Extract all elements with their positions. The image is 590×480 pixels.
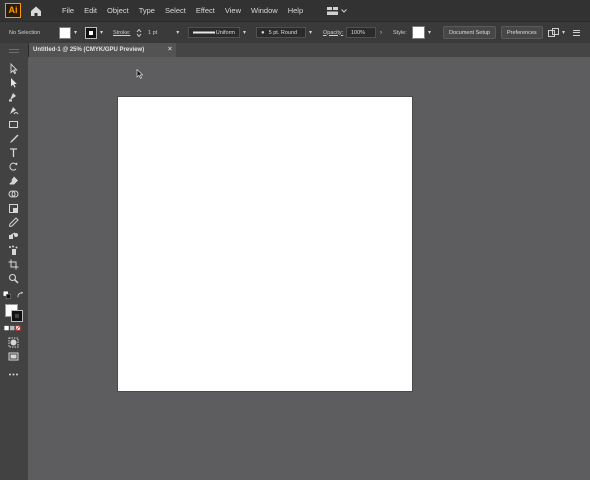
opacity-label[interactable]: Opacity: [323,22,343,43]
style-control[interactable]: ▾ [412,22,431,43]
stroke-profile-dropdown[interactable]: Uniform ▾ [188,22,246,43]
control-bar: No Selection ▾ ▾ Stroke: 1 pt ▾ Uniform … [0,21,590,44]
document-tab-bar: Untitled-1 @ 25% (CMYK/GPU Preview) × [28,43,590,57]
opacity-arrow-icon[interactable]: › [380,30,382,36]
menu-effect[interactable]: Effect [196,6,215,15]
canvas-area[interactable] [28,57,590,480]
draw-mode-icon[interactable] [5,336,21,348]
stepper-icon[interactable] [136,28,142,38]
shape-builder-tool-icon[interactable] [5,188,21,200]
chevron-down-icon[interactable]: ▾ [562,29,565,36]
stroke-label[interactable]: Stroke: [113,22,130,43]
chevron-down-icon[interactable]: ▾ [243,29,246,36]
document-setup-button[interactable]: Document Setup [443,26,496,39]
chevron-down-icon[interactable]: ▾ [176,29,179,36]
menu-view[interactable]: View [225,6,241,15]
menu-help[interactable]: Help [288,6,303,15]
style-label: Style: [393,29,407,36]
direct-selection-tool-icon[interactable] [5,76,21,88]
workspace-switcher[interactable] [327,6,347,15]
panel-grip[interactable] [9,49,19,53]
menu-items: File Edit Object Type Select Effect View… [62,6,313,15]
stroke-color-control[interactable]: ▾ [85,22,103,43]
stroke-profile-value: Uniform [215,29,235,36]
menu-file[interactable]: File [62,6,74,15]
pen-tool-icon[interactable] [5,90,21,102]
uniform-line-icon [193,31,215,34]
screen-mode-icon[interactable] [5,350,21,362]
home-icon[interactable] [29,4,43,18]
eyedropper-tool-icon[interactable] [5,216,21,228]
opacity-input[interactable]: 100% [346,27,376,38]
color-mode-buttons[interactable] [3,324,25,332]
fill-color-control[interactable]: ▾ [59,22,77,43]
symbol-sprayer-tool-icon[interactable] [5,244,21,256]
artboard[interactable] [118,97,412,391]
preferences-control[interactable]: Preferences [501,22,543,43]
free-transform-tool-icon[interactable] [5,202,21,214]
menu-edit[interactable]: Edit [84,6,97,15]
document-setup-control[interactable]: Document Setup [443,22,496,43]
zoom-tool-icon[interactable] [5,272,21,284]
chevron-down-icon[interactable]: ▾ [309,29,312,36]
chevron-down-icon[interactable]: ▾ [428,29,431,36]
panel-menu-icon[interactable] [573,22,580,43]
menu-window[interactable]: Window [251,6,278,15]
curvature-tool-icon[interactable] [5,104,21,116]
swap-colors-icon[interactable] [15,290,25,299]
brush-definition-dropdown[interactable]: ● 5 pt. Round ▾ [256,22,312,43]
brush-value: 5 pt. Round [268,29,298,36]
cursor-icon [136,69,144,79]
rotate-tool-icon[interactable] [5,160,21,172]
stroke-weight-value[interactable]: 1 pt [148,30,157,36]
paintbrush-tool-icon[interactable] [5,132,21,144]
menu-select[interactable]: Select [165,6,186,15]
tools-panel [0,43,29,480]
more-tools-icon[interactable] [5,368,21,380]
arrange-control[interactable]: ▾ [548,22,565,43]
close-icon[interactable]: × [168,46,172,53]
preferences-button[interactable]: Preferences [501,26,543,39]
arrange-icon[interactable] [548,27,559,38]
artboard-tool-icon[interactable] [5,258,21,270]
fill-stroke-control[interactable] [5,304,23,322]
selection-status: No Selection [9,29,41,36]
fill-swatch[interactable] [59,26,71,39]
document-tab[interactable]: Untitled-1 @ 25% (CMYK/GPU Preview) × [28,43,176,57]
document-tab-title: Untitled-1 @ 25% (CMYK/GPU Preview) [33,47,145,53]
stroke-swatch[interactable] [85,26,97,39]
menu-object[interactable]: Object [107,6,129,15]
rectangle-tool-icon[interactable] [5,118,21,130]
eraser-tool-icon[interactable] [5,174,21,186]
style-swatch[interactable] [412,26,425,39]
selection-tool-icon[interactable] [5,62,21,74]
stroke-profile-box[interactable]: Uniform [188,27,240,38]
opacity-control[interactable]: 100% › [346,22,382,43]
blend-tool-icon[interactable] [5,230,21,242]
menu-bar: Ai File Edit Object Type Select Effect V… [0,0,590,21]
app-logo: Ai [5,3,21,18]
chevron-down-icon: ▾ [100,30,104,36]
type-tool-icon[interactable] [5,146,21,158]
default-colors-icon[interactable] [2,290,12,299]
stroke-color-box[interactable] [11,310,23,322]
chevron-down-icon [341,8,347,13]
arrange-documents-icon [327,6,339,15]
stroke-weight-control[interactable]: 1 pt ▾ [136,22,179,43]
brush-dot-icon: ● [261,29,265,36]
menu-type[interactable]: Type [139,6,155,15]
brush-box[interactable]: ● 5 pt. Round [256,27,306,38]
chevron-down-icon: ▾ [74,30,78,36]
